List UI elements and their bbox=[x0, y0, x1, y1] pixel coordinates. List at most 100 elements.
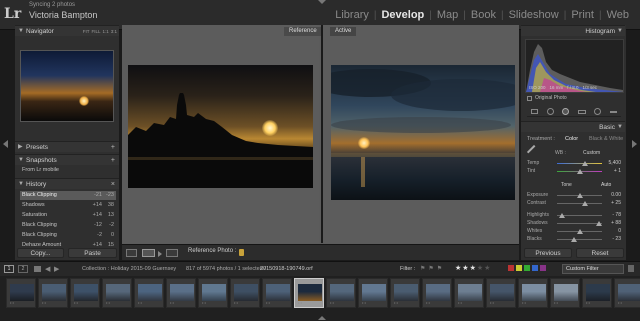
hide-filmstrip-triangle[interactable] bbox=[318, 316, 326, 320]
tint-slider-knob[interactable] bbox=[576, 168, 583, 174]
zoom-option[interactable]: 1:1 bbox=[102, 29, 108, 34]
filmstrip-thumbnail[interactable]: • • bbox=[70, 278, 100, 308]
purple-label-icon[interactable] bbox=[540, 265, 546, 271]
filmstrip-source[interactable]: Collection : Holiday 2015-09 Guernsey bbox=[82, 266, 176, 272]
blacks-value[interactable]: - 23 bbox=[612, 235, 621, 243]
highlights-slider[interactable]: Highlights - 78 bbox=[527, 211, 621, 219]
add-snapshot-icon[interactable]: + bbox=[111, 155, 115, 166]
back-arrow-icon[interactable]: ◀ bbox=[45, 265, 50, 273]
history-item[interactable]: Black Clipping -12 -2 bbox=[20, 221, 116, 230]
temp-slider[interactable]: Temp 5,400 bbox=[527, 159, 621, 167]
filmstrip-thumbnail[interactable]: • • bbox=[230, 278, 260, 308]
module-print[interactable]: Print bbox=[566, 9, 599, 21]
filmstrip-thumbnail[interactable]: • • bbox=[6, 278, 36, 308]
zoom-options[interactable]: FIT FILL 1:1 3:1 bbox=[81, 26, 117, 37]
treatment-color-button[interactable]: Color bbox=[565, 136, 578, 142]
whites-slider[interactable]: Whites 0 bbox=[527, 227, 621, 235]
tint-slider[interactable]: Tint + 1 bbox=[527, 167, 621, 175]
snapshots-header[interactable]: ▼ Snapshots + bbox=[15, 154, 119, 165]
copy-button[interactable]: Copy... bbox=[17, 248, 64, 258]
star-icon[interactable]: ★ bbox=[470, 264, 476, 272]
history-item[interactable]: Saturation +14 13 bbox=[20, 211, 116, 220]
filmstrip-thumbnail[interactable]: • • bbox=[326, 278, 356, 308]
exposure-slider[interactable]: Exposure 0.00 bbox=[527, 191, 621, 199]
reference-photo[interactable] bbox=[128, 65, 313, 188]
lock-icon[interactable] bbox=[239, 249, 244, 256]
module-web[interactable]: Web bbox=[602, 9, 634, 21]
contrast-value[interactable]: + 25 bbox=[611, 199, 621, 207]
filmstrip-thumbnail[interactable]: • • bbox=[134, 278, 164, 308]
active-photo[interactable] bbox=[331, 65, 515, 200]
star-icon[interactable]: ★ bbox=[477, 264, 483, 272]
zoom-option[interactable]: FILL bbox=[91, 29, 100, 34]
presets-header[interactable]: ▶ Presets + bbox=[15, 141, 119, 152]
eyedropper-icon[interactable] bbox=[526, 144, 542, 160]
filmstrip-thumbnail[interactable]: • • bbox=[166, 278, 196, 308]
shadows-slider-knob[interactable] bbox=[596, 220, 603, 226]
add-preset-icon[interactable]: + bbox=[111, 142, 115, 153]
zoom-option[interactable]: 3:1 bbox=[111, 29, 117, 34]
auto-tone-button[interactable]: Auto bbox=[601, 182, 611, 188]
star-icon[interactable]: ★ bbox=[455, 264, 461, 272]
history-header[interactable]: ▼ History × bbox=[15, 178, 119, 189]
graduated-filter-icon[interactable] bbox=[577, 109, 586, 114]
temp-value[interactable]: 5,400 bbox=[608, 159, 621, 167]
blacks-track[interactable] bbox=[557, 239, 602, 240]
compare-view-icon[interactable] bbox=[142, 249, 155, 257]
contrast-track[interactable] bbox=[557, 203, 602, 204]
main-screen-button[interactable]: 1 bbox=[4, 265, 14, 273]
histogram[interactable]: ISO 200 16 mm f / 8.0 1/3 sec bbox=[525, 39, 624, 93]
module-book[interactable]: Book bbox=[466, 9, 501, 21]
shadows-value[interactable]: + 88 bbox=[611, 219, 621, 227]
highlights-slider-knob[interactable] bbox=[558, 212, 565, 218]
secondary-screen-button[interactable]: 2 bbox=[18, 265, 28, 273]
treatment-bw-button[interactable]: Black & White bbox=[589, 136, 623, 142]
shadows-slider[interactable]: Shadows + 88 bbox=[527, 219, 621, 227]
filmstrip-thumbnail[interactable]: • • bbox=[38, 278, 68, 308]
filmstrip-thumbnail[interactable]: • • bbox=[262, 278, 292, 308]
crop-icon[interactable] bbox=[531, 109, 539, 114]
exposure-value[interactable]: 0.00 bbox=[611, 191, 621, 199]
wb-dropdown[interactable]: Custom bbox=[583, 150, 600, 156]
snapshot-item[interactable]: From Lr mobile bbox=[20, 166, 116, 175]
exposure-slider-knob[interactable] bbox=[576, 192, 583, 198]
whites-value[interactable]: 0 bbox=[618, 227, 621, 235]
adjustment-brush-icon[interactable] bbox=[609, 110, 617, 113]
star-rating-filter[interactable]: ★ ★ ★ ★ ★ bbox=[455, 264, 490, 272]
hide-top-panel-triangle[interactable] bbox=[318, 0, 326, 4]
blacks-slider-knob[interactable] bbox=[571, 236, 578, 242]
history-item[interactable]: Shadows +14 38 bbox=[20, 201, 116, 210]
filmstrip-thumbnail[interactable]: • • bbox=[390, 278, 420, 308]
hide-right-panel-triangle[interactable] bbox=[632, 140, 637, 148]
flag-icon[interactable]: ⚑ bbox=[420, 265, 425, 272]
whites-slider-knob[interactable] bbox=[576, 228, 583, 234]
hide-left-panel-triangle[interactable] bbox=[3, 140, 8, 148]
filmstrip-thumbnail[interactable]: • • bbox=[454, 278, 484, 308]
loupe-view-icon[interactable] bbox=[126, 249, 137, 257]
contrast-slider[interactable]: Contrast + 25 bbox=[527, 199, 621, 207]
blacks-slider[interactable]: Blacks - 23 bbox=[527, 235, 621, 243]
module-map[interactable]: Map bbox=[432, 9, 463, 21]
filmstrip-thumbnail[interactable]: • • bbox=[486, 278, 516, 308]
module-slideshow[interactable]: Slideshow bbox=[504, 9, 564, 21]
filmstrip-thumbnail[interactable]: • • bbox=[294, 278, 324, 308]
filter-lock-icon[interactable] bbox=[628, 265, 634, 272]
filmstrip-thumbnail[interactable]: • • bbox=[582, 278, 612, 308]
filmstrip-thumbnail[interactable]: • • bbox=[550, 278, 580, 308]
navigator-header[interactable]: ▼ Navigator FIT FILL 1:1 3:1 bbox=[15, 25, 119, 36]
blue-label-icon[interactable] bbox=[532, 265, 538, 271]
flag-icon[interactable]: ⚑ bbox=[428, 265, 433, 272]
reset-button[interactable]: Reset bbox=[576, 248, 624, 258]
green-label-icon[interactable] bbox=[524, 265, 530, 271]
shadows-track[interactable] bbox=[557, 223, 602, 224]
spot-removal-icon[interactable] bbox=[546, 108, 554, 115]
clear-history-icon[interactable]: × bbox=[111, 179, 115, 190]
yellow-label-icon[interactable] bbox=[516, 265, 522, 271]
module-develop[interactable]: Develop bbox=[376, 9, 429, 21]
star-icon[interactable]: ★ bbox=[484, 264, 490, 272]
radial-filter-icon[interactable] bbox=[594, 108, 602, 115]
active-pane[interactable]: Active bbox=[321, 25, 519, 243]
contrast-slider-knob[interactable] bbox=[581, 200, 588, 206]
star-icon[interactable]: ★ bbox=[462, 264, 468, 272]
red-label-icon[interactable] bbox=[508, 265, 514, 271]
